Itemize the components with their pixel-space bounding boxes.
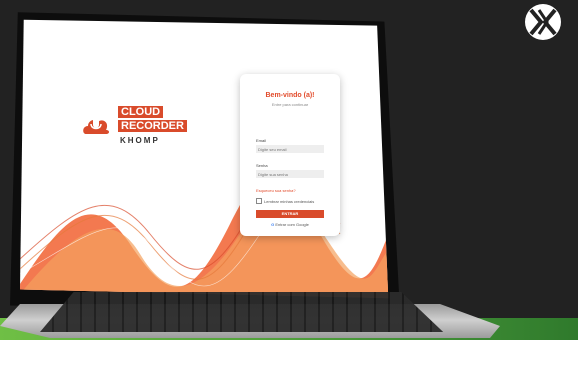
white-footer (0, 340, 578, 385)
logo-line-cloud: CLOUD (118, 106, 164, 118)
login-title: Bem-vindo (a)! (265, 92, 315, 99)
laptop-screen: CLOUD RECORDER KHOMP Bem-vindo (a)! Entr… (20, 19, 389, 299)
forgot-password-link[interactable]: Esqueceu sua senha? (256, 188, 296, 193)
kx-brand-icon (525, 4, 561, 40)
google-login-button[interactable]: G Entrar com Google (256, 222, 324, 227)
password-field[interactable] (256, 170, 324, 178)
login-button[interactable]: ENTRAR (256, 210, 324, 218)
cloud-recorder-logo: CLOUD RECORDER KHOMP (82, 96, 202, 156)
logo-line-khomp: KHOMP (120, 136, 160, 145)
email-field[interactable] (256, 145, 324, 153)
remember-label: Lembrar minhas credenciais (264, 198, 315, 204)
remember-checkbox[interactable] (256, 198, 262, 204)
microphone-cloud-icon (83, 116, 109, 134)
email-label: Email (256, 138, 267, 143)
google-login-label: Entrar com Google (275, 222, 309, 227)
google-icon: G (271, 222, 275, 227)
logo-line-recorder: RECORDER (118, 120, 187, 132)
login-card: Bem-vindo (a)! Entre para continuar Emai… (240, 74, 340, 236)
laptop-keyboard (40, 292, 444, 332)
remember-credentials[interactable]: Lembrar minhas credenciais (256, 198, 314, 204)
password-label: Senha (256, 163, 268, 168)
login-subtitle: Entre para continuar (271, 102, 309, 107)
